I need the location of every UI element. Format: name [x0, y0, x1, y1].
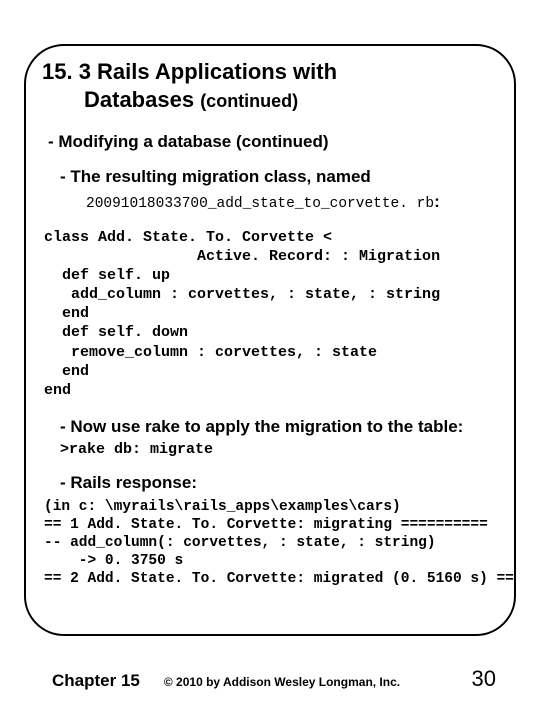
migration-filename: 20091018033700_add_state_to_corvette. rb… [86, 192, 498, 212]
slide-frame: 15. 3 Rails Applications with Databases … [24, 44, 516, 636]
code-block-class: class Add. State. To. Corvette < Active.… [44, 228, 498, 401]
slide-title: 15. 3 Rails Applications with Databases … [42, 58, 498, 113]
filename-colon: : [434, 192, 440, 211]
title-continued: (continued) [200, 91, 298, 111]
rails-output: (in c: \myrails\rails_apps\examples\cars… [44, 498, 498, 589]
title-line1: 15. 3 Rails Applications with [42, 59, 337, 84]
slide-page: 15. 3 Rails Applications with Databases … [0, 0, 540, 720]
page-number: 30 [472, 666, 496, 692]
filename-text: 20091018033700_add_state_to_corvette. rb [86, 196, 434, 212]
slide-footer: Chapter 15 © 2010 by Addison Wesley Long… [0, 666, 540, 692]
cmd-rake: >rake db: migrate [60, 441, 498, 458]
bullet-migration-class: - The resulting migration class, named [60, 166, 498, 187]
chapter-label: Chapter 15 [52, 671, 140, 691]
copyright-label: © 2010 by Addison Wesley Longman, Inc. [164, 675, 472, 689]
bullet-rake: - Now use rake to apply the migration to… [60, 416, 498, 437]
title-line2-databases: Databases [84, 87, 200, 112]
bullet-response: - Rails response: [60, 472, 498, 493]
bullet-modifying: - Modifying a database (continued) [48, 131, 498, 152]
